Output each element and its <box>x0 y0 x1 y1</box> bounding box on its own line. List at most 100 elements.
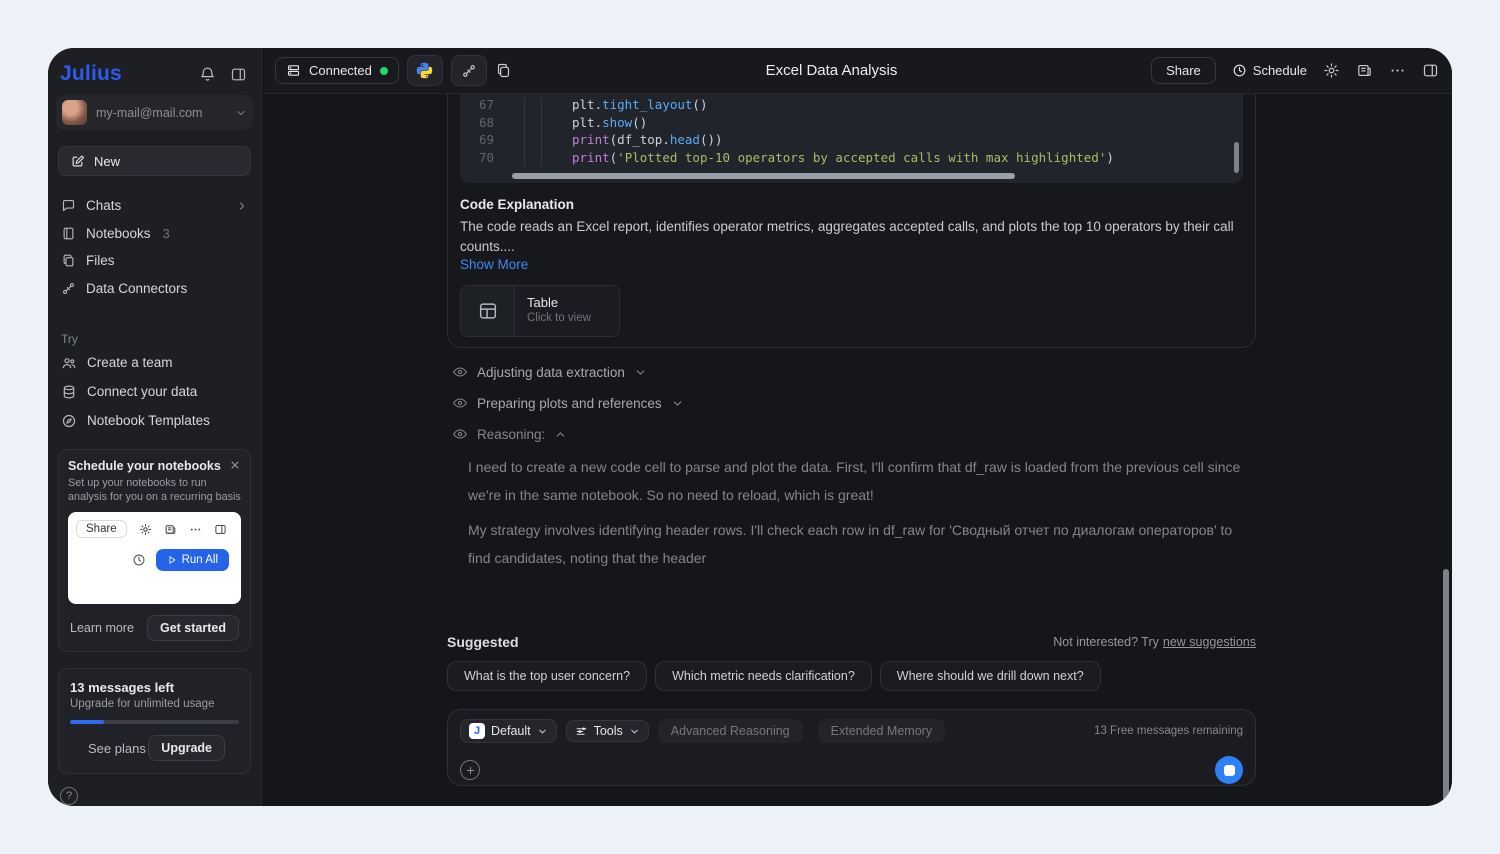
server-icon <box>286 63 301 78</box>
suggestion-chip[interactable]: Where should we drill down next? <box>879 661 1101 691</box>
eye-icon <box>452 426 468 442</box>
usage-card: 13 messages left Upgrade for unlimited u… <box>58 668 251 774</box>
code-vertical-scrollbar[interactable] <box>1234 142 1239 173</box>
share-button[interactable]: Share <box>1151 57 1216 84</box>
sidebar-item-notebooks[interactable]: Notebooks 3 <box>48 220 261 248</box>
database-icon <box>61 384 77 400</box>
reasoning-text: I need to create a new code cell to pars… <box>468 454 1258 572</box>
learn-more-link[interactable]: Learn more <box>70 621 134 635</box>
message-composer[interactable]: J Default Tools Advanced Reasoning Exten… <box>447 709 1256 786</box>
model-selector[interactable]: J Default <box>460 719 557 743</box>
new-button[interactable]: New <box>58 146 251 176</box>
try-heading: Try <box>61 332 78 346</box>
eye-icon <box>452 395 468 411</box>
schedule-button[interactable]: Schedule <box>1232 63 1307 78</box>
settings-button[interactable] <box>1323 62 1340 79</box>
try-item-label: Notebook Templates <box>87 413 210 428</box>
python-kernel-button[interactable] <box>406 55 443 86</box>
notebook-icon <box>61 226 76 241</box>
sidebar-item-notebook-templates[interactable]: Notebook Templates <box>48 406 261 435</box>
panel-icon <box>1422 62 1439 79</box>
copy-icon <box>495 62 512 79</box>
julius-model-icon: J <box>469 723 485 739</box>
suggested-heading: Suggested <box>447 634 519 650</box>
schedule-label: Schedule <box>1252 63 1307 78</box>
section-reasoning[interactable]: Reasoning: <box>452 424 1256 444</box>
user-account-row[interactable]: my-mail@mail.com <box>56 95 253 130</box>
section-preparing-plots[interactable]: Preparing plots and references <box>452 393 1256 413</box>
sidebar-item-create-team[interactable]: Create a team <box>48 348 261 377</box>
preview-share-button: Share <box>76 520 127 538</box>
not-interested-text: Not interested? Try new suggestions <box>1053 635 1256 649</box>
close-icon[interactable] <box>229 459 241 471</box>
show-more-link[interactable]: Show More <box>460 257 528 272</box>
sidebar-item-chats[interactable]: Chats <box>48 192 261 220</box>
messages-remaining: 13 Free messages remaining <box>1094 725 1243 737</box>
tools-selector[interactable]: Tools <box>565 720 649 742</box>
julius-logo: Julius <box>60 62 122 85</box>
try-item-label: Create a team <box>87 355 173 370</box>
sidebar-item-connect-data[interactable]: Connect your data <box>48 377 261 406</box>
sidebar-nav: Chats Notebooks 3 Files Data Connectors <box>48 192 261 302</box>
chevron-up-icon <box>554 428 567 441</box>
stop-button[interactable] <box>1215 756 1243 784</box>
extended-memory-toggle[interactable]: Extended Memory <box>817 719 946 743</box>
code-explanation-body: The code reads an Excel report, identifi… <box>460 219 1234 254</box>
connected-label: Connected <box>309 63 372 78</box>
indent-guide <box>541 98 542 166</box>
sliders-icon <box>575 725 588 738</box>
code-horizontal-scrollbar[interactable] <box>512 173 1015 179</box>
chevron-down-icon <box>537 726 548 737</box>
notebook-preview-thumbnail: Share Run All <box>68 512 241 604</box>
collapse-sidebar-button[interactable] <box>228 64 249 85</box>
sidebar-panel-icon <box>230 66 247 83</box>
data-connector-button[interactable] <box>450 55 487 86</box>
section-adjusting-data-extraction[interactable]: Adjusting data extraction <box>452 362 1256 382</box>
sidebar-item-files[interactable]: Files <box>48 247 261 275</box>
people-icon <box>61 355 77 371</box>
news-icon <box>1356 62 1373 79</box>
page-vertical-scrollbar[interactable] <box>1443 569 1449 806</box>
copy-button[interactable] <box>495 62 512 79</box>
user-email: my-mail@mail.com <box>96 105 203 120</box>
see-plans-link[interactable]: See plans <box>88 741 146 756</box>
code-cell-card: 67 plt.tight_layout() 68 plt.show() 69 print(… <box>447 94 1256 348</box>
stop-icon <box>1223 764 1235 776</box>
sidebar: Julius my-mail@mail.com New Chats Notebo… <box>48 48 262 806</box>
clock-icon <box>1232 63 1247 78</box>
sidebar-item-label: Chats <box>86 198 122 214</box>
sidebar-item-data-connectors[interactable]: Data Connectors <box>48 275 261 303</box>
compass-icon <box>61 413 77 429</box>
eye-icon <box>452 364 468 380</box>
attach-button[interactable] <box>460 760 480 780</box>
usage-progress-track <box>70 720 239 724</box>
connected-button[interactable]: Connected <box>275 57 399 84</box>
chat-bubble-icon <box>61 198 76 213</box>
upgrade-button[interactable]: Upgrade <box>148 735 225 761</box>
suggestion-chip[interactable]: What is the top user concern? <box>447 661 648 691</box>
try-item-label: Connect your data <box>87 384 198 399</box>
code-block: 67 plt.tight_layout() 68 plt.show() 69 print(… <box>460 94 1243 183</box>
notifications-button[interactable] <box>197 64 218 85</box>
more-dots-icon <box>189 523 202 536</box>
notebooks-count-badge: 3 <box>162 225 170 241</box>
help-button[interactable]: ? <box>60 787 78 805</box>
status-dot <box>379 66 388 75</box>
changelog-button[interactable] <box>1356 62 1373 79</box>
more-options-button[interactable] <box>1389 62 1406 79</box>
news-icon <box>164 523 177 536</box>
suggestion-chips: What is the top user concern? Which metr… <box>447 661 1256 691</box>
get-started-button[interactable]: Get started <box>147 615 239 641</box>
advanced-reasoning-toggle[interactable]: Advanced Reasoning <box>657 719 803 743</box>
reasoning-paragraph: My strategy involves identifying header … <box>468 522 1233 566</box>
more-dots-icon <box>1389 62 1406 79</box>
new-chat-icon <box>70 154 85 169</box>
reasoning-paragraph: I need to create a new code cell to pars… <box>468 459 1241 503</box>
code-line: 68 plt.show() <box>478 114 648 130</box>
table-result-card[interactable]: Table Click to view <box>460 285 620 337</box>
python-icon <box>415 61 434 80</box>
toggle-panel-button[interactable] <box>1422 62 1439 79</box>
suggestion-chip[interactable]: Which metric needs clarification? <box>655 661 872 691</box>
sidebar-header: Julius <box>48 48 261 86</box>
new-suggestions-link[interactable]: new suggestions <box>1163 635 1256 649</box>
